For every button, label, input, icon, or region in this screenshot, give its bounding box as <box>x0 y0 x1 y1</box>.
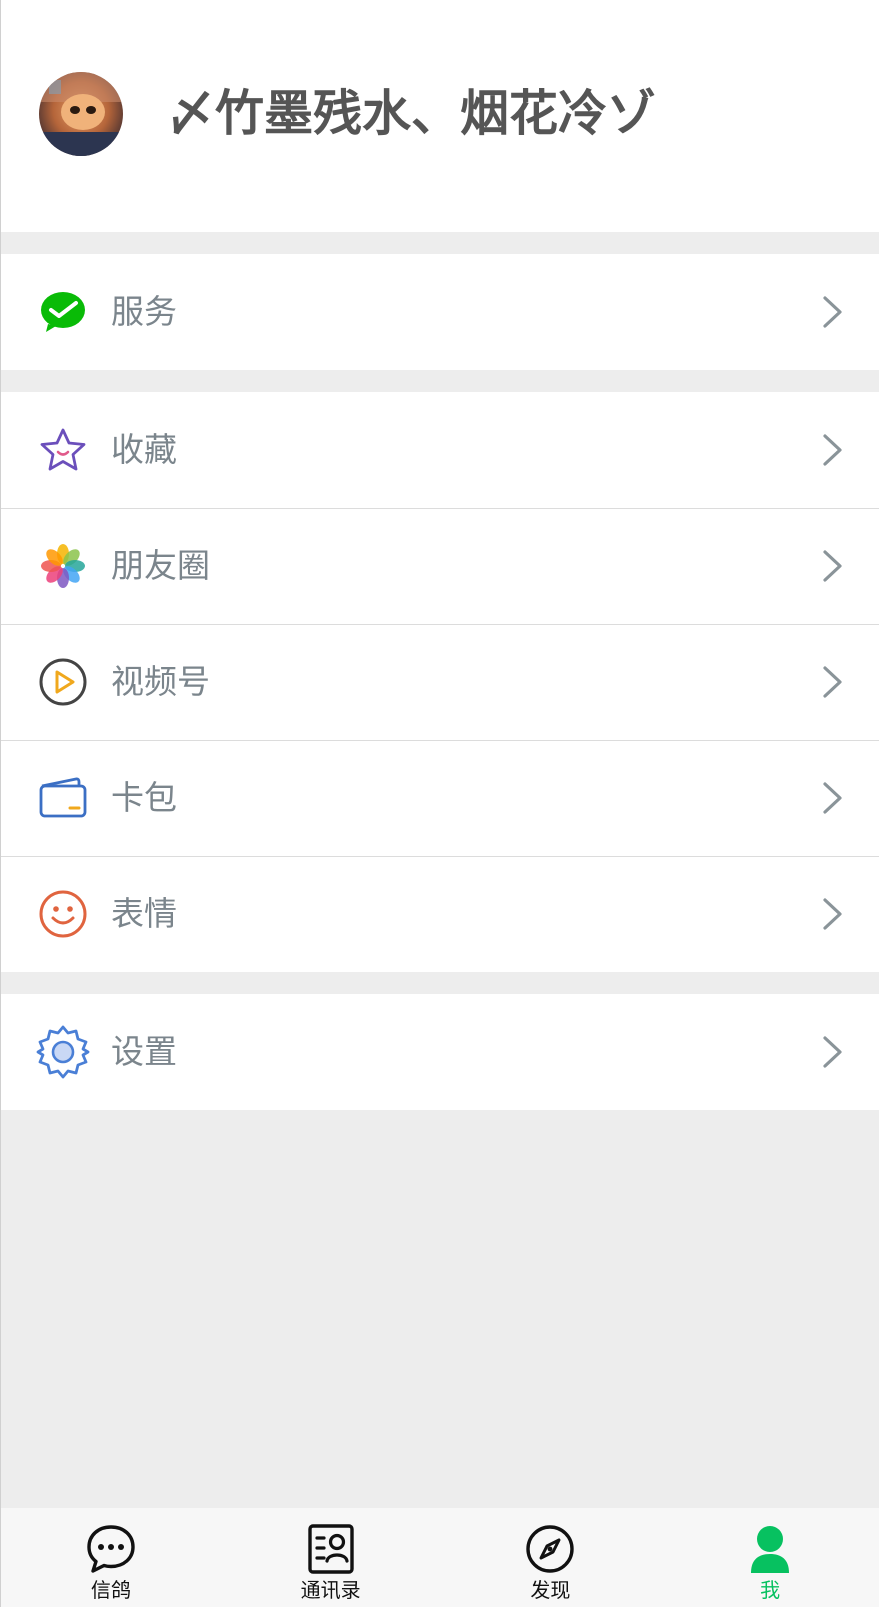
menu-item-label: 表情 <box>111 894 177 933</box>
tab-chats[interactable]: 信鸽 <box>1 1508 221 1607</box>
menu-item-label: 卡包 <box>111 778 177 817</box>
menu-group-settings: 设置 <box>1 994 879 1110</box>
chat-bubble-icon <box>84 1522 138 1576</box>
chevron-right-icon <box>823 782 842 814</box>
menu-item-label: 服务 <box>111 292 177 331</box>
profile-header[interactable]: 〆竹墨残水、烟花冷ゾ <box>1 0 879 232</box>
contacts-book-icon <box>304 1522 358 1576</box>
gear-icon <box>35 1025 91 1079</box>
menu-item-settings[interactable]: 设置 <box>1 994 879 1110</box>
menu-group-main: 收藏 朋友圈 视频号 卡包 表情 <box>1 392 879 972</box>
person-icon <box>743 1522 797 1576</box>
chevron-right-icon <box>823 550 842 582</box>
profile-nickname: 〆竹墨残水、烟花冷ゾ <box>166 85 657 142</box>
menu-group-service: 服务 <box>1 254 879 370</box>
album-flower-icon <box>35 541 91 591</box>
bottom-tab-bar: 信鸽 通讯录 发现 我 <box>1 1508 879 1607</box>
menu-item-stickers[interactable]: 表情 <box>1 856 879 972</box>
tab-contacts[interactable]: 通讯录 <box>221 1508 441 1607</box>
wallet-icon <box>35 773 91 823</box>
menu-item-service[interactable]: 服务 <box>1 254 879 370</box>
avatar[interactable] <box>39 72 123 156</box>
menu-item-label: 朋友圈 <box>111 546 210 585</box>
tab-me[interactable]: 我 <box>660 1508 879 1607</box>
menu-item-label: 设置 <box>111 1032 177 1071</box>
star-icon <box>35 425 91 475</box>
chevron-right-icon <box>823 434 842 466</box>
tab-label: 通讯录 <box>300 1578 361 1602</box>
compass-icon <box>523 1522 577 1576</box>
chevron-right-icon <box>823 666 842 698</box>
video-channel-icon <box>35 657 91 707</box>
chevron-right-icon <box>823 898 842 930</box>
smiley-icon <box>35 889 91 939</box>
avatar-image <box>39 72 123 156</box>
tab-label: 信鸽 <box>90 1578 131 1602</box>
chevron-right-icon <box>823 296 842 328</box>
tab-label: 发现 <box>530 1578 571 1602</box>
wechat-pay-icon <box>35 287 91 337</box>
tab-discover[interactable]: 发现 <box>441 1508 661 1607</box>
menu-item-channels[interactable]: 视频号 <box>1 624 879 740</box>
menu-item-cards[interactable]: 卡包 <box>1 740 879 856</box>
menu-item-label: 视频号 <box>111 662 210 701</box>
chevron-right-icon <box>823 1036 842 1068</box>
menu-item-favorites[interactable]: 收藏 <box>1 392 879 508</box>
menu-item-moments[interactable]: 朋友圈 <box>1 508 879 624</box>
tab-label: 我 <box>760 1578 781 1602</box>
menu-item-label: 收藏 <box>111 430 177 469</box>
